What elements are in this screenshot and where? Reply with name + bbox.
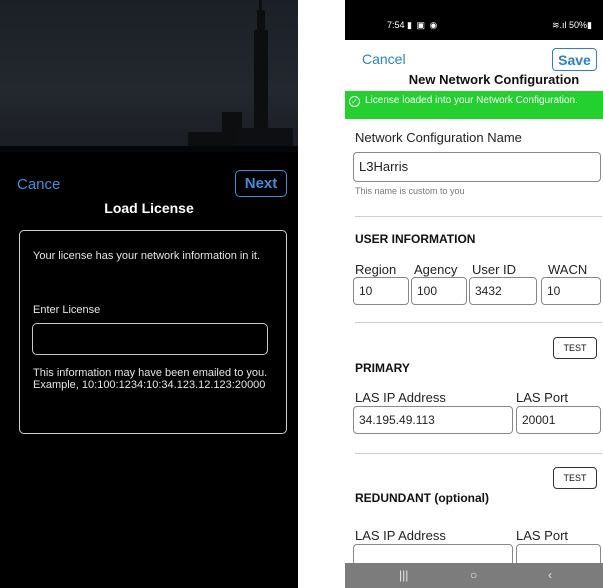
- recents-icon[interactable]: |||: [399, 568, 408, 582]
- save-button[interactable]: Save: [552, 48, 597, 71]
- redundant-port-label: LAS Port: [516, 528, 569, 543]
- background-photo: [0, 0, 298, 152]
- divider: [355, 216, 602, 217]
- user-information-heading: USER INFORMATION: [355, 232, 476, 246]
- config-name-helper: This name is custom to you: [355, 186, 465, 196]
- enter-license-label: Enter License: [33, 304, 101, 316]
- redundant-heading: REDUNDANT (optional): [355, 491, 489, 505]
- notification-icons: ▮ ▣ ◉: [407, 20, 439, 30]
- banner-message: License loaded into your Network Configu…: [365, 95, 578, 106]
- primary-port-label: LAS Port: [516, 390, 569, 405]
- license-hint: This information may have been emailed t…: [33, 367, 268, 391]
- cancel-button[interactable]: Cance: [17, 176, 60, 193]
- status-bar: 7:54 ▮ ▣ ◉ ≋.ıl 50%▮: [345, 0, 603, 40]
- license-input[interactable]: [32, 323, 268, 355]
- next-button[interactable]: Next: [235, 170, 287, 197]
- user-id-input[interactable]: 3432: [469, 277, 537, 305]
- success-banner: ✓ License loaded into your Network Confi…: [345, 91, 603, 119]
- license-description: Your license has your network informatio…: [33, 250, 261, 262]
- signal-battery-icon: ≋.ıl 50%▮: [552, 20, 593, 30]
- primary-heading: PRIMARY: [355, 361, 410, 375]
- region-label: Region: [355, 262, 397, 277]
- primary-ip-label: LAS IP Address: [355, 390, 446, 405]
- config-name-label: Network Configuration Name: [355, 130, 522, 145]
- config-name-input[interactable]: L3Harris: [353, 152, 601, 182]
- agency-input[interactable]: 100: [411, 277, 467, 305]
- license-card: Your license has your network informatio…: [19, 230, 287, 434]
- home-icon[interactable]: ○: [470, 568, 477, 582]
- primary-port-input[interactable]: 20001: [516, 406, 601, 434]
- divider: [355, 453, 602, 454]
- back-icon[interactable]: ‹: [548, 568, 552, 582]
- primary-test-button[interactable]: TEST: [553, 337, 597, 359]
- region-input[interactable]: 10: [353, 277, 409, 305]
- divider: [355, 322, 602, 323]
- status-time: 7:54: [387, 20, 405, 30]
- redundant-ip-label: LAS IP Address: [355, 528, 446, 543]
- page-title: New Network Configuration: [408, 72, 580, 87]
- user-id-label: User ID: [472, 262, 517, 277]
- new-network-configuration-screen: 7:54 ▮ ▣ ◉ ≋.ıl 50%▮ Cancel Save New Net…: [345, 0, 603, 588]
- android-nav-bar: ||| ○ ‹: [345, 563, 603, 588]
- page-title: Load License: [104, 200, 194, 216]
- agency-label: Agency: [414, 262, 458, 277]
- primary-ip-input[interactable]: 34.195.49.113: [353, 406, 513, 434]
- wacn-label: WACN: [548, 262, 588, 277]
- load-license-screen: Cance Next Load License Your license has…: [0, 0, 298, 588]
- redundant-test-button[interactable]: TEST: [553, 467, 597, 489]
- check-circle-icon: ✓: [349, 96, 360, 107]
- wacn-input[interactable]: 10: [541, 277, 601, 305]
- cancel-button[interactable]: Cancel: [362, 51, 406, 67]
